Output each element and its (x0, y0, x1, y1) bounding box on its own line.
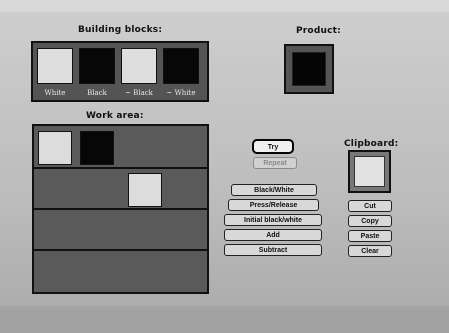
work-area-black-block[interactable] (80, 131, 114, 165)
product-panel (284, 44, 334, 94)
work-area-white-block[interactable] (38, 131, 72, 165)
white-block-label: White (44, 89, 66, 97)
work-row-divider (34, 167, 207, 169)
building-blocks-heading: Building blocks: (78, 25, 163, 35)
work-area-panel[interactable] (32, 124, 209, 294)
work-row-divider (34, 208, 207, 210)
press-release-button[interactable]: Press/Release (228, 199, 319, 211)
product-result-block (292, 52, 326, 86)
add-button[interactable]: Add (224, 229, 322, 241)
work-area-white-block[interactable] (128, 173, 162, 207)
black-block[interactable] (79, 48, 115, 84)
product-heading: Product: (296, 26, 341, 36)
building-blocks-panel: White Black ~ Black ~ White (31, 41, 209, 102)
inverse-black-block[interactable] (121, 48, 157, 84)
black-white-button[interactable]: Black/White (231, 184, 317, 196)
try-button[interactable]: Try (252, 139, 294, 154)
subtract-button[interactable]: Subtract (224, 244, 322, 256)
bottom-shadow (0, 306, 449, 333)
initial-black-white-button[interactable]: Initial black/white (224, 214, 322, 226)
clipboard-heading: Clipboard: (344, 139, 399, 149)
clear-button[interactable]: Clear (348, 245, 392, 257)
clipboard-block (354, 156, 385, 187)
white-block[interactable] (37, 48, 73, 84)
top-strip (0, 0, 449, 12)
copy-button[interactable]: Copy (348, 215, 392, 227)
inverse-black-block-label: ~ Black (125, 89, 153, 97)
repeat-button[interactable]: Repeat (253, 157, 297, 169)
cut-button[interactable]: Cut (348, 200, 392, 212)
inverse-white-block[interactable] (163, 48, 199, 84)
work-row-divider (34, 249, 207, 251)
paste-button[interactable]: Paste (348, 230, 392, 242)
inverse-white-block-label: ~ White (166, 89, 196, 97)
clipboard-panel (348, 150, 391, 193)
black-block-label: Black (87, 89, 107, 97)
work-area-heading: Work area: (86, 111, 144, 121)
